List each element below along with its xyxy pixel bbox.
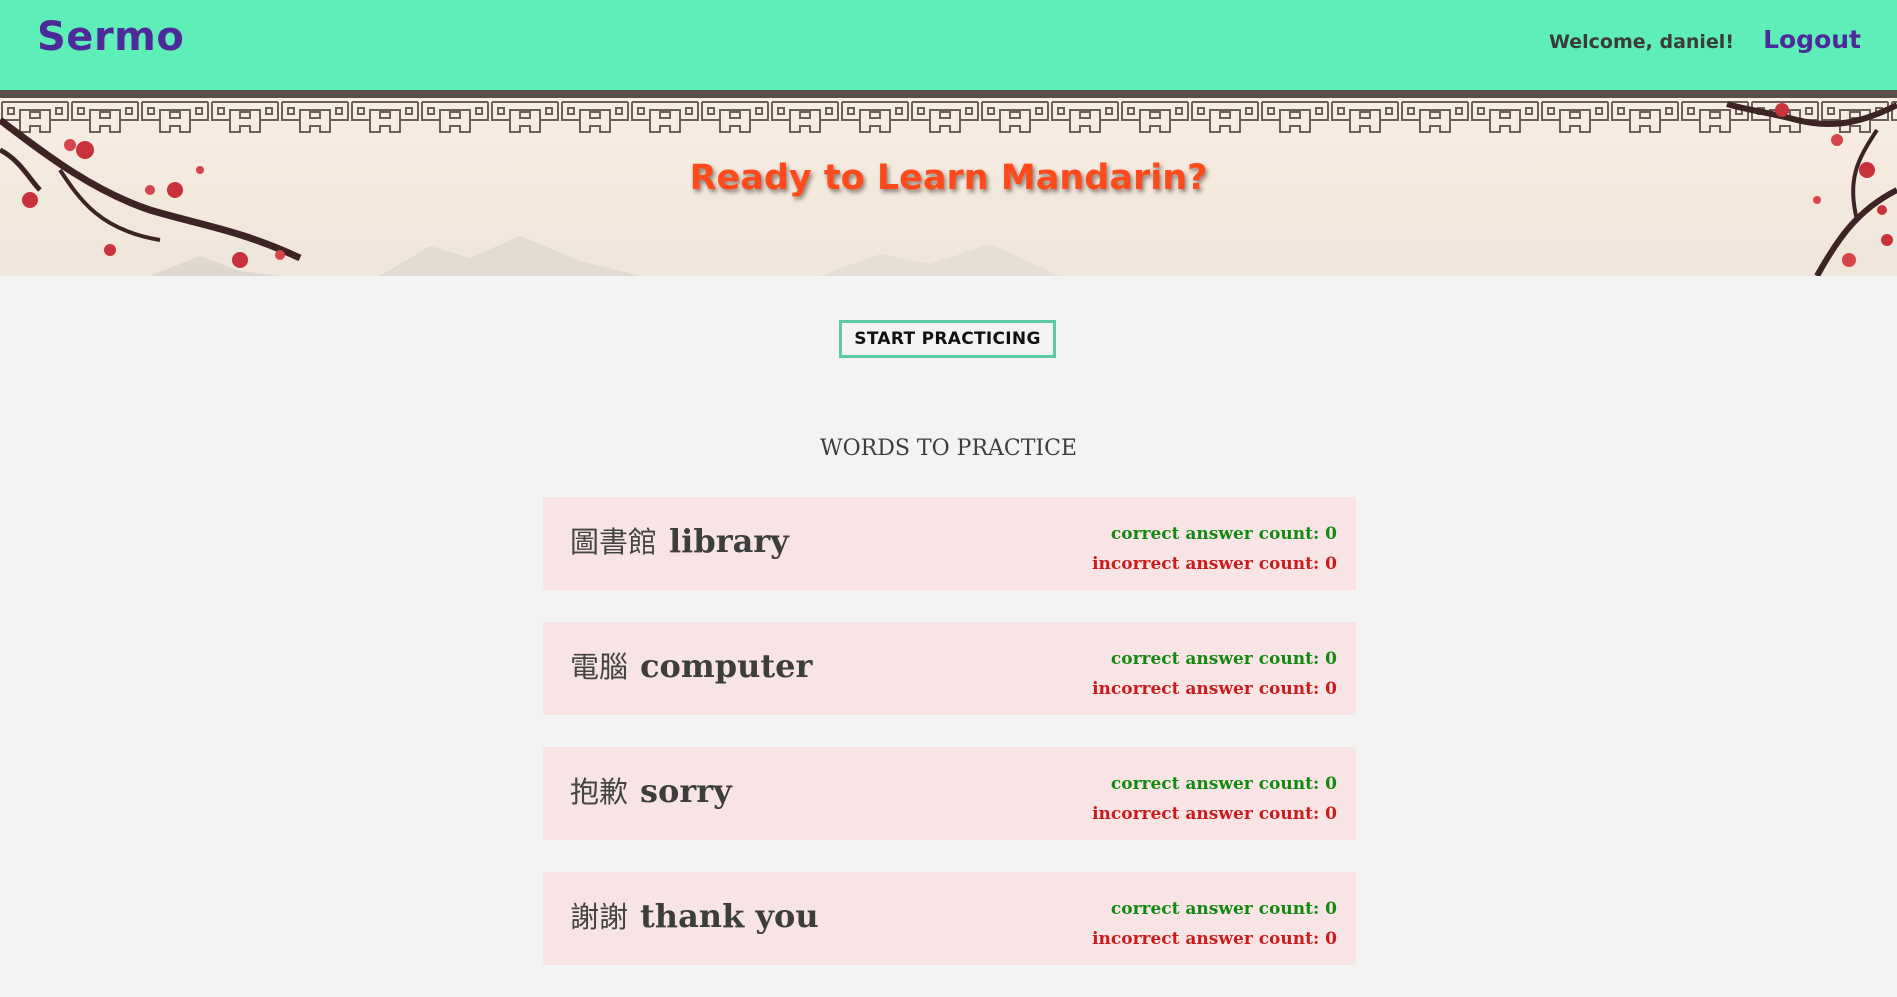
hero-banner: Ready to Learn Mandarin? bbox=[0, 90, 1897, 276]
word-card[interactable]: 謝謝 thank you correct answer count: 0 inco… bbox=[543, 872, 1356, 965]
word-card[interactable]: 電腦 computer correct answer count: 0 incor… bbox=[543, 622, 1356, 715]
correct-count-value: 0 bbox=[1325, 524, 1337, 544]
incorrect-count-label: incorrect answer count: bbox=[1092, 554, 1320, 574]
answer-counts: correct answer count: 0 incorrect answer… bbox=[1092, 894, 1337, 954]
correct-count: correct answer count: 0 bbox=[1092, 644, 1337, 674]
correct-count: correct answer count: 0 bbox=[1092, 769, 1337, 799]
word-hanzi: 圖書館 bbox=[570, 525, 658, 559]
word-english: library bbox=[669, 522, 789, 560]
incorrect-count: incorrect answer count: 0 bbox=[1092, 924, 1337, 954]
answer-counts: correct answer count: 0 incorrect answer… bbox=[1092, 644, 1337, 704]
correct-count-label: correct answer count: bbox=[1110, 524, 1320, 544]
incorrect-count: incorrect answer count: 0 bbox=[1092, 799, 1337, 829]
word-english: thank you bbox=[640, 897, 819, 935]
word-hanzi-row: 謝謝 thank you bbox=[570, 894, 819, 936]
word-hanzi: 抱歉 bbox=[570, 775, 629, 809]
correct-count: correct answer count: 0 bbox=[1092, 894, 1337, 924]
correct-count-label: correct answer count: bbox=[1110, 899, 1320, 919]
navbar: Sermo Welcome, daniel! Logout bbox=[0, 0, 1897, 90]
brand-logo[interactable]: Sermo bbox=[37, 14, 184, 60]
incorrect-count-value: 0 bbox=[1325, 929, 1337, 949]
word-list: 圖書館 library correct answer count: 0 incor… bbox=[543, 497, 1356, 997]
logout-link[interactable]: Logout bbox=[1763, 25, 1861, 54]
incorrect-count-label: incorrect answer count: bbox=[1092, 929, 1320, 949]
word-english: sorry bbox=[640, 772, 732, 810]
incorrect-count: incorrect answer count: 0 bbox=[1092, 549, 1337, 579]
correct-count-value: 0 bbox=[1325, 649, 1337, 669]
word-hanzi-row: 電腦 computer bbox=[570, 644, 812, 686]
welcome-message: Welcome, daniel! bbox=[1548, 31, 1734, 53]
word-hanzi-row: 圖書館 library bbox=[570, 519, 789, 561]
incorrect-count: incorrect answer count: 0 bbox=[1092, 674, 1337, 704]
correct-count-label: correct answer count: bbox=[1110, 774, 1320, 794]
word-english: computer bbox=[640, 647, 813, 685]
correct-count-value: 0 bbox=[1325, 774, 1337, 794]
section-title: WORDS TO PRACTICE bbox=[820, 436, 1077, 461]
word-hanzi: 謝謝 bbox=[570, 900, 629, 934]
word-hanzi-row: 抱歉 sorry bbox=[570, 769, 732, 811]
incorrect-count-label: incorrect answer count: bbox=[1092, 804, 1320, 824]
banner-title: Ready to Learn Mandarin? bbox=[689, 158, 1208, 198]
incorrect-count-value: 0 bbox=[1325, 554, 1337, 574]
correct-count-label: correct answer count: bbox=[1110, 649, 1320, 669]
answer-counts: correct answer count: 0 incorrect answer… bbox=[1092, 769, 1337, 829]
start-practicing-button[interactable]: START PRACTICING bbox=[839, 320, 1056, 358]
word-hanzi: 電腦 bbox=[570, 650, 629, 684]
correct-count-value: 0 bbox=[1325, 899, 1337, 919]
word-card[interactable]: 抱歉 sorry correct answer count: 0 incorrec… bbox=[543, 747, 1356, 840]
incorrect-count-value: 0 bbox=[1325, 804, 1337, 824]
answer-counts: correct answer count: 0 incorrect answer… bbox=[1092, 519, 1337, 579]
word-card[interactable]: 圖書館 library correct answer count: 0 incor… bbox=[543, 497, 1356, 590]
incorrect-count-value: 0 bbox=[1325, 679, 1337, 699]
incorrect-count-label: incorrect answer count: bbox=[1092, 679, 1320, 699]
correct-count: correct answer count: 0 bbox=[1092, 519, 1337, 549]
